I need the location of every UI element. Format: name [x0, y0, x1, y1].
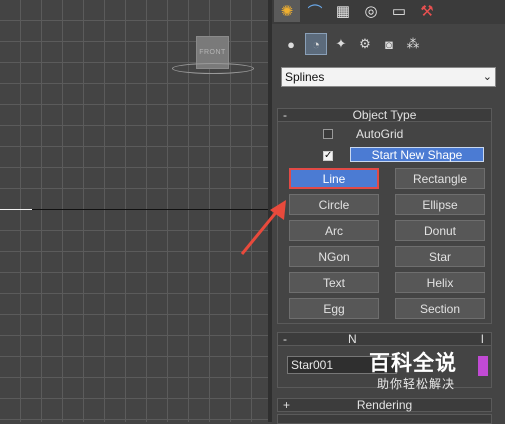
category-lights[interactable]: ✦ — [330, 33, 352, 55]
object-name-value: Star001 — [291, 358, 334, 372]
button-label: Section — [419, 301, 461, 316]
helper-icon: ◙ — [385, 36, 393, 52]
button-label: Line — [322, 171, 346, 186]
rendering-rollout-header[interactable]: + Rendering — [277, 398, 492, 412]
spline-selected-segment[interactable] — [0, 209, 32, 210]
button-label: Rectangle — [412, 171, 468, 186]
text-button[interactable]: Text — [289, 272, 379, 293]
command-panel-tabs: ✺ ⌒ ▦ ◎ ▭ ⚒ — [272, 0, 505, 24]
button-label: Text — [322, 275, 345, 290]
motion-icon: ◎ — [364, 3, 378, 20]
viewcube-ring[interactable] — [172, 63, 254, 74]
button-label: Circle — [318, 197, 350, 212]
rollout-title: Object Type — [352, 108, 417, 122]
button-label: Star — [428, 249, 451, 264]
watermark: 百科全说 助你轻松解决 — [355, 343, 475, 393]
object-type-rollout-header[interactable]: - Object Type — [277, 108, 492, 122]
star-button[interactable]: Star — [395, 246, 485, 267]
egg-button[interactable]: Egg — [289, 298, 379, 319]
ngon-button[interactable]: NGon — [289, 246, 379, 267]
spline-line[interactable] — [0, 209, 268, 210]
light-icon: ✦ — [335, 36, 347, 51]
shape-type-dropdown[interactable]: Splines ⌄ — [281, 67, 496, 87]
line-button[interactable]: Line — [289, 168, 379, 189]
button-label: Donut — [423, 223, 457, 238]
autogrid-label: AutoGrid — [356, 127, 404, 141]
tab-utilities[interactable]: ⚒ — [414, 0, 440, 22]
next-rollout-header[interactable] — [277, 414, 492, 424]
start-new-shape-button[interactable]: Start New Shape — [350, 147, 484, 162]
spacewarp-icon: ⁂ — [406, 36, 420, 51]
object-type-rollout: AutoGrid ✓ Start New Shape Line Rectangl… — [277, 121, 492, 324]
sun-icon: ✺ — [280, 3, 294, 20]
button-label: Helix — [426, 275, 454, 290]
curve-icon: ⌒ — [307, 3, 323, 21]
tab-display[interactable]: ▭ — [386, 0, 412, 22]
category-geometry[interactable]: ● — [280, 33, 302, 55]
category-cameras[interactable]: ⚙ — [354, 33, 376, 55]
circle-button[interactable]: Circle — [289, 194, 379, 215]
collapse-sign: - — [283, 108, 287, 122]
button-label: Ellipse — [422, 197, 458, 212]
arc-button[interactable]: Arc — [289, 220, 379, 241]
rollout-title: Rendering — [356, 398, 413, 412]
collapse-sign: - — [283, 332, 287, 346]
start-new-shape-label: Start New Shape — [371, 147, 463, 162]
donut-button[interactable]: Donut — [395, 220, 485, 241]
button-label: Arc — [325, 223, 343, 238]
viewport-front[interactable]: FRONT — [0, 0, 268, 422]
viewcube-label: FRONT — [199, 49, 226, 56]
sphere-icon: ● — [287, 36, 295, 52]
watermark-logo: 百科全说 — [369, 352, 457, 375]
dropdown-value: Splines — [285, 70, 325, 84]
category-helpers[interactable]: ◙ — [378, 33, 400, 55]
expand-sign: + — [283, 398, 291, 412]
button-label: NGon — [318, 249, 350, 264]
ellipse-button[interactable]: Ellipse — [395, 194, 485, 215]
category-shapes[interactable]: ◔ — [305, 33, 327, 55]
watermark-subtitle: 助你轻松解决 — [377, 377, 456, 391]
object-color-swatch[interactable] — [478, 356, 488, 376]
tab-hierarchy[interactable]: ▦ — [330, 0, 356, 22]
tab-create[interactable]: ✺ — [274, 0, 300, 22]
autogrid-checkbox[interactable] — [323, 129, 333, 139]
button-label: Egg — [323, 301, 345, 316]
category-space-warps[interactable]: ⁂ — [402, 33, 424, 55]
section-button[interactable]: Section — [395, 298, 485, 319]
hammer-icon: ⚒ — [420, 3, 434, 20]
rollout-title-fragment-tail: l — [481, 332, 484, 346]
tab-modify[interactable]: ⌒ — [302, 0, 328, 22]
hierarchy-icon: ▦ — [335, 3, 351, 20]
chevron-down-icon: ⌄ — [482, 71, 492, 83]
helix-button[interactable]: Helix — [395, 272, 485, 293]
monitor-icon: ▭ — [391, 3, 407, 20]
rectangle-button[interactable]: Rectangle — [395, 168, 485, 189]
annotation-arrow-icon — [240, 200, 286, 255]
camera-icon: ⚙ — [359, 36, 371, 51]
start-new-shape-checkbox[interactable]: ✓ — [323, 151, 333, 161]
shapes-icon: ◔ — [312, 36, 320, 52]
tab-motion[interactable]: ◎ — [358, 0, 384, 22]
